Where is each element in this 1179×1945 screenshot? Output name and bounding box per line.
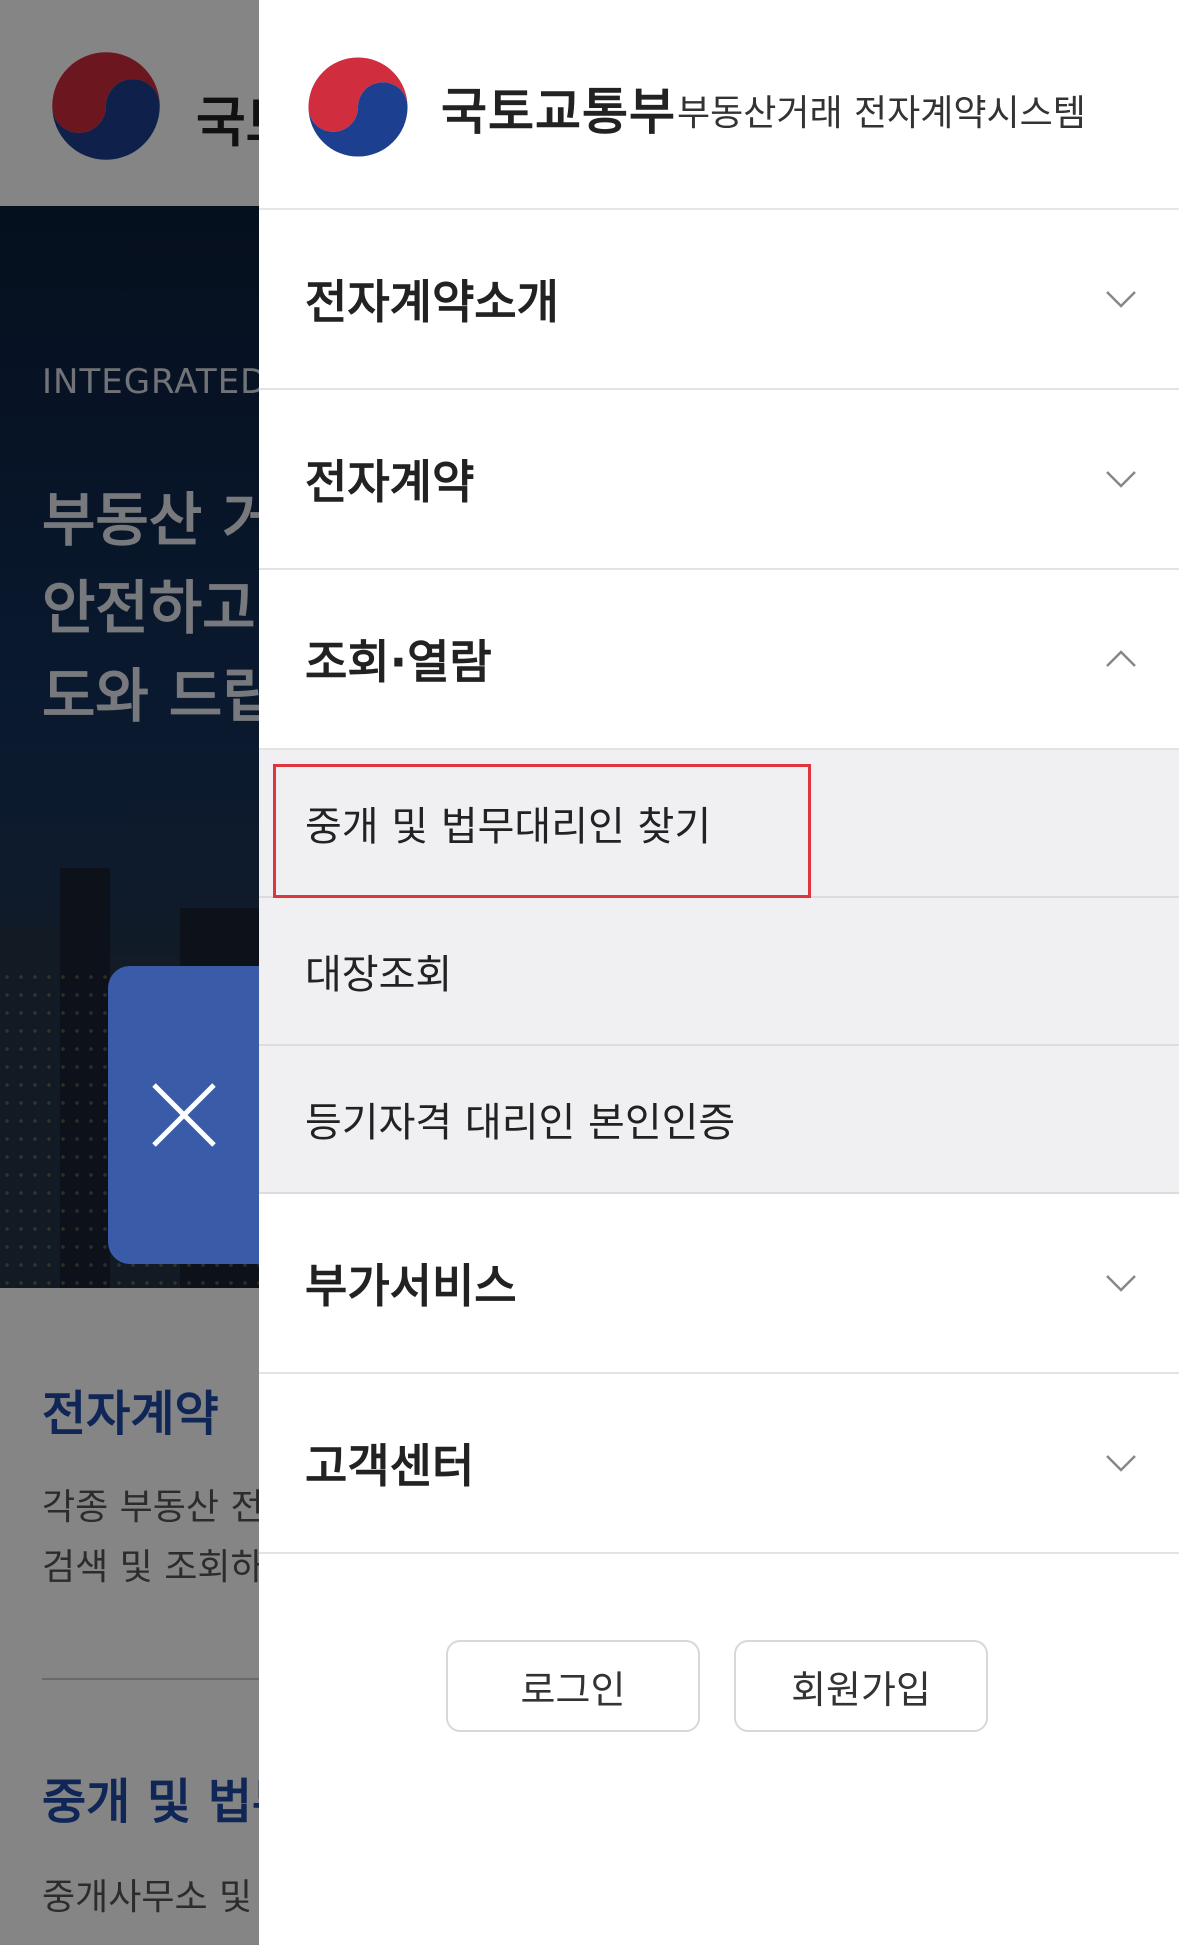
drawer-header: 국토교통부 부동산거래 전자계약시스템 [259, 0, 1179, 210]
chevron-down-icon [1106, 471, 1136, 488]
menu-item-label: 부가서비스 [305, 1259, 517, 1313]
chevron-down-icon [1106, 1455, 1136, 1472]
chevron-down-icon [1106, 291, 1136, 308]
menu-item-extra-services[interactable]: 부가서비스 [259, 1194, 1179, 1374]
menu-item-contract[interactable]: 전자계약 [259, 390, 1179, 570]
menu-item-label: 고객센터 [305, 1439, 475, 1493]
menu-item-lookup[interactable]: 조회·열람 [259, 570, 1179, 750]
close-menu-button[interactable] [108, 966, 260, 1264]
chevron-down-icon [1106, 1275, 1136, 1292]
submenu-item-label: 대장조회 [305, 952, 453, 998]
menu-item-label: 조회·열람 [305, 635, 492, 689]
close-icon [152, 1083, 216, 1147]
menu-item-label: 전자계약 [305, 455, 475, 509]
login-button[interactable]: 로그인 [446, 1640, 700, 1732]
menu-item-label: 전자계약소개 [305, 275, 559, 329]
chevron-up-icon [1106, 650, 1136, 667]
side-menu-drawer: 국토교통부 부동산거래 전자계약시스템 전자계약소개 전자계약 조회·열람 중개… [259, 0, 1179, 1945]
submenu-lookup: 중개 및 법무대리인 찾기 대장조회 등기자격 대리인 본인인증 [259, 750, 1179, 1194]
submenu-item-agent-auth[interactable]: 등기자격 대리인 본인인증 [259, 1046, 1179, 1194]
submenu-item-ledger[interactable]: 대장조회 [259, 898, 1179, 1046]
submenu-item-find-agent[interactable]: 중개 및 법무대리인 찾기 [259, 750, 1179, 898]
brand-subtitle: 부동산거래 전자계약시스템 [677, 93, 1086, 134]
brand-name[interactable]: 국토교통부 [441, 72, 676, 144]
highlight-box [273, 764, 811, 898]
signup-button[interactable]: 회원가입 [734, 1640, 988, 1732]
submenu-item-label: 등기자격 대리인 본인인증 [305, 1100, 736, 1146]
taegeuk-emblem-icon[interactable] [299, 48, 417, 166]
menu-item-customer-center[interactable]: 고객센터 [259, 1374, 1179, 1554]
menu-item-intro[interactable]: 전자계약소개 [259, 210, 1179, 390]
main-menu: 전자계약소개 전자계약 조회·열람 중개 및 법무대리인 찾기 대장조회 등기자… [259, 210, 1179, 1554]
